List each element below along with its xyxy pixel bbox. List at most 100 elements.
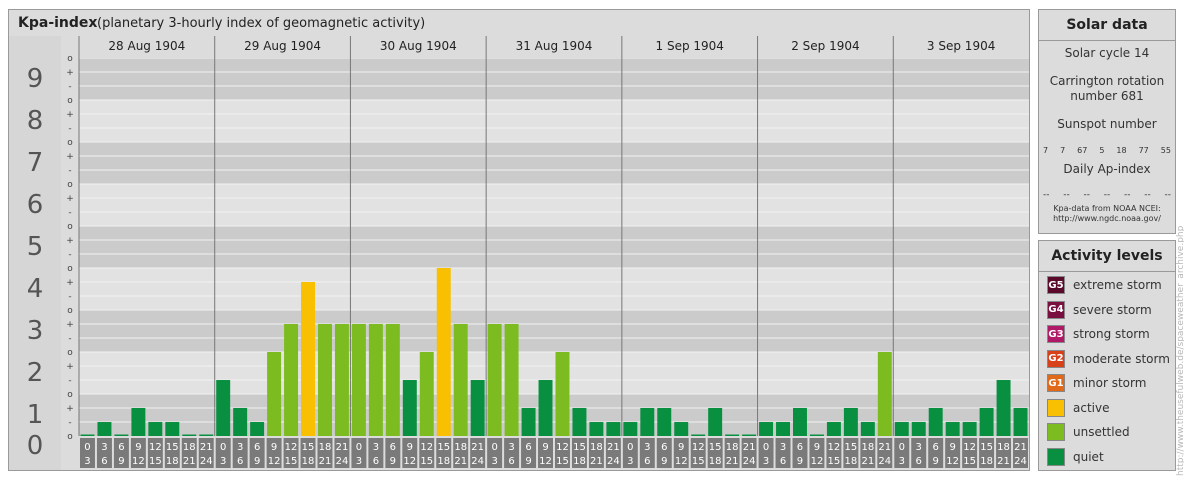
interval-start-label: 15 bbox=[709, 442, 722, 453]
interval-end-label: 12 bbox=[403, 456, 416, 467]
day-label: 29 Aug 1904 bbox=[244, 39, 321, 53]
y-subtick-label: o bbox=[67, 180, 73, 190]
kp-bar bbox=[199, 434, 214, 436]
interval-start-label: 12 bbox=[963, 442, 976, 453]
kp-bar bbox=[843, 407, 858, 436]
interval-start-label: 0 bbox=[356, 442, 362, 453]
interval-start-label: 12 bbox=[556, 442, 569, 453]
kp-bar bbox=[385, 323, 400, 436]
interval-start-label: 3 bbox=[237, 442, 243, 453]
y-subtick-label: - bbox=[68, 418, 71, 428]
sunspot-value: 67 bbox=[1077, 146, 1088, 155]
interval-start-label: 9 bbox=[949, 442, 955, 453]
kp-bar bbox=[809, 434, 824, 436]
interval-start-label: 12 bbox=[420, 442, 433, 453]
interval-end-label: 24 bbox=[878, 456, 891, 467]
kp-bar bbox=[657, 407, 672, 436]
kp-bar bbox=[911, 422, 926, 436]
ap-value: -- bbox=[1144, 190, 1151, 200]
y-tick-label: 4 bbox=[27, 274, 44, 304]
kp-bar bbox=[80, 434, 95, 436]
activity-level-swatch bbox=[1047, 447, 1065, 466]
interval-end-label: 12 bbox=[268, 456, 281, 467]
day-label: 3 Sep 1904 bbox=[927, 39, 995, 53]
interval-start-label: 18 bbox=[861, 442, 874, 453]
interval-end-label: 18 bbox=[980, 456, 993, 467]
interval-end-label: 21 bbox=[454, 456, 467, 467]
interval-start-label: 21 bbox=[200, 442, 213, 453]
y-subtick-label: - bbox=[68, 334, 71, 344]
kp-bar bbox=[318, 323, 332, 436]
day-label: 31 Aug 1904 bbox=[516, 39, 593, 53]
interval-start-label: 9 bbox=[271, 442, 277, 453]
interval-start-label: 0 bbox=[84, 442, 90, 453]
ap-value: -- bbox=[1103, 190, 1111, 200]
interval-start-label: 9 bbox=[135, 442, 141, 453]
interval-end-label: 3 bbox=[627, 456, 633, 467]
kp-bar bbox=[742, 434, 757, 436]
interval-end-label: 6 bbox=[101, 456, 107, 467]
ap-value: -- bbox=[1164, 190, 1172, 200]
interval-end-label: 9 bbox=[933, 456, 939, 467]
credit-url[interactable]: http://www.theusefulweb.de/spaceweather_… bbox=[1176, 226, 1184, 476]
interval-start-label: 18 bbox=[726, 442, 739, 453]
y-subtick-label: o bbox=[67, 138, 73, 148]
kp-bar bbox=[945, 422, 960, 436]
solar-data-heading: Solar data bbox=[1039, 10, 1175, 41]
interval-start-label: 21 bbox=[878, 442, 891, 453]
kp-bar bbox=[589, 422, 604, 436]
chart-subtitle: (planetary 3-hourly index of geomagnetic… bbox=[97, 16, 426, 31]
interval-end-label: 12 bbox=[132, 456, 145, 467]
interval-start-label: 3 bbox=[644, 442, 650, 453]
interval-start-label: 15 bbox=[573, 442, 586, 453]
interval-start-label: 6 bbox=[933, 442, 939, 453]
interval-start-label: 15 bbox=[437, 442, 450, 453]
interval-start-label: 3 bbox=[101, 442, 107, 453]
interval-start-label: 18 bbox=[183, 442, 196, 453]
kp-bar bbox=[1013, 407, 1028, 436]
interval-start-label: 9 bbox=[814, 442, 820, 453]
y-subtick-label: o bbox=[67, 222, 73, 232]
kp-bar bbox=[776, 422, 790, 436]
interval-start-label: 0 bbox=[627, 442, 633, 453]
kp-band bbox=[79, 268, 1029, 310]
kp-band bbox=[79, 226, 1029, 268]
interval-end-label: 24 bbox=[743, 456, 756, 467]
sunspot-values: 7 7 67 5 18 77 55 bbox=[1043, 146, 1171, 155]
sunspot-value: 18 bbox=[1116, 146, 1127, 155]
y-tick-label: 0 bbox=[27, 431, 44, 461]
kp-bar bbox=[826, 422, 841, 436]
activity-level-label: strong storm bbox=[1073, 327, 1150, 341]
interval-end-label: 21 bbox=[861, 456, 874, 467]
interval-start-label: 15 bbox=[980, 442, 993, 453]
y-subtick-label: + bbox=[66, 278, 74, 288]
interval-start-label: 21 bbox=[607, 442, 620, 453]
interval-end-label: 9 bbox=[661, 456, 667, 467]
interval-end-label: 18 bbox=[166, 456, 179, 467]
kp-bar bbox=[572, 407, 587, 436]
kp-bar bbox=[368, 323, 383, 436]
kp-bar bbox=[436, 268, 451, 436]
kp-bar bbox=[250, 422, 265, 436]
sunspot-label: Sunspot number bbox=[1057, 117, 1157, 131]
kp-bar bbox=[351, 323, 366, 436]
interval-end-label: 21 bbox=[726, 456, 739, 467]
interval-end-label: 24 bbox=[200, 456, 213, 467]
kp-bar bbox=[996, 380, 1011, 436]
y-tick-label: 9 bbox=[27, 64, 44, 94]
y-subtick-label: - bbox=[68, 250, 71, 260]
interval-start-label: 12 bbox=[285, 442, 298, 453]
activity-level-item: G5 extreme storm bbox=[1047, 275, 1162, 295]
source-link[interactable]: http://www.ngdc.noaa.gov/ bbox=[1039, 214, 1175, 224]
interval-end-label: 6 bbox=[373, 456, 379, 467]
interval-end-label: 18 bbox=[302, 456, 315, 467]
y-subtick-label: - bbox=[68, 82, 71, 92]
y-tick-label: 8 bbox=[27, 106, 44, 136]
activity-levels-panel: Activity levels G5 extreme storm G4 severe … bbox=[1038, 240, 1176, 471]
activity-level-swatch: G1 bbox=[1047, 374, 1065, 392]
interval-end-label: 15 bbox=[963, 456, 976, 467]
interval-start-label: 12 bbox=[149, 442, 162, 453]
kp-bar bbox=[538, 380, 553, 436]
day-label: 28 Aug 1904 bbox=[108, 39, 185, 53]
day-label: 30 Aug 1904 bbox=[380, 39, 457, 53]
